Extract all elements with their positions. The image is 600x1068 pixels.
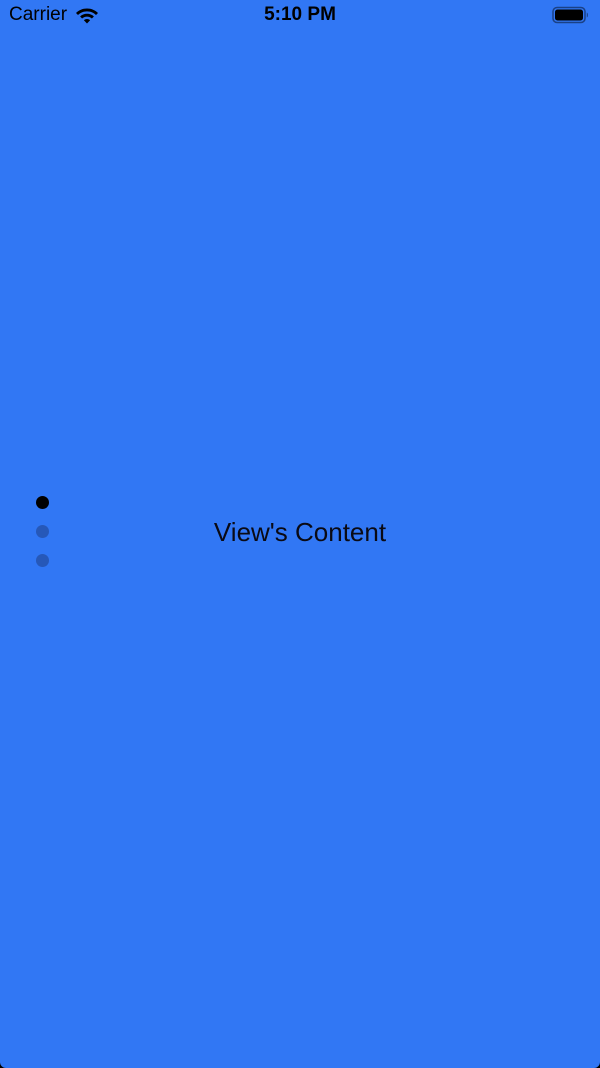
view-content-label: View's Content [213, 517, 387, 547]
status-bar: Carrier 5:10 PM [0, 0, 600, 30]
page-dot-active[interactable] [36, 496, 49, 509]
page-dot[interactable] [36, 554, 49, 567]
screen: Carrier 5:10 PM View's Content [0, 0, 600, 1068]
battery-icon [552, 6, 588, 24]
status-time: 5:10 PM [264, 4, 336, 25]
